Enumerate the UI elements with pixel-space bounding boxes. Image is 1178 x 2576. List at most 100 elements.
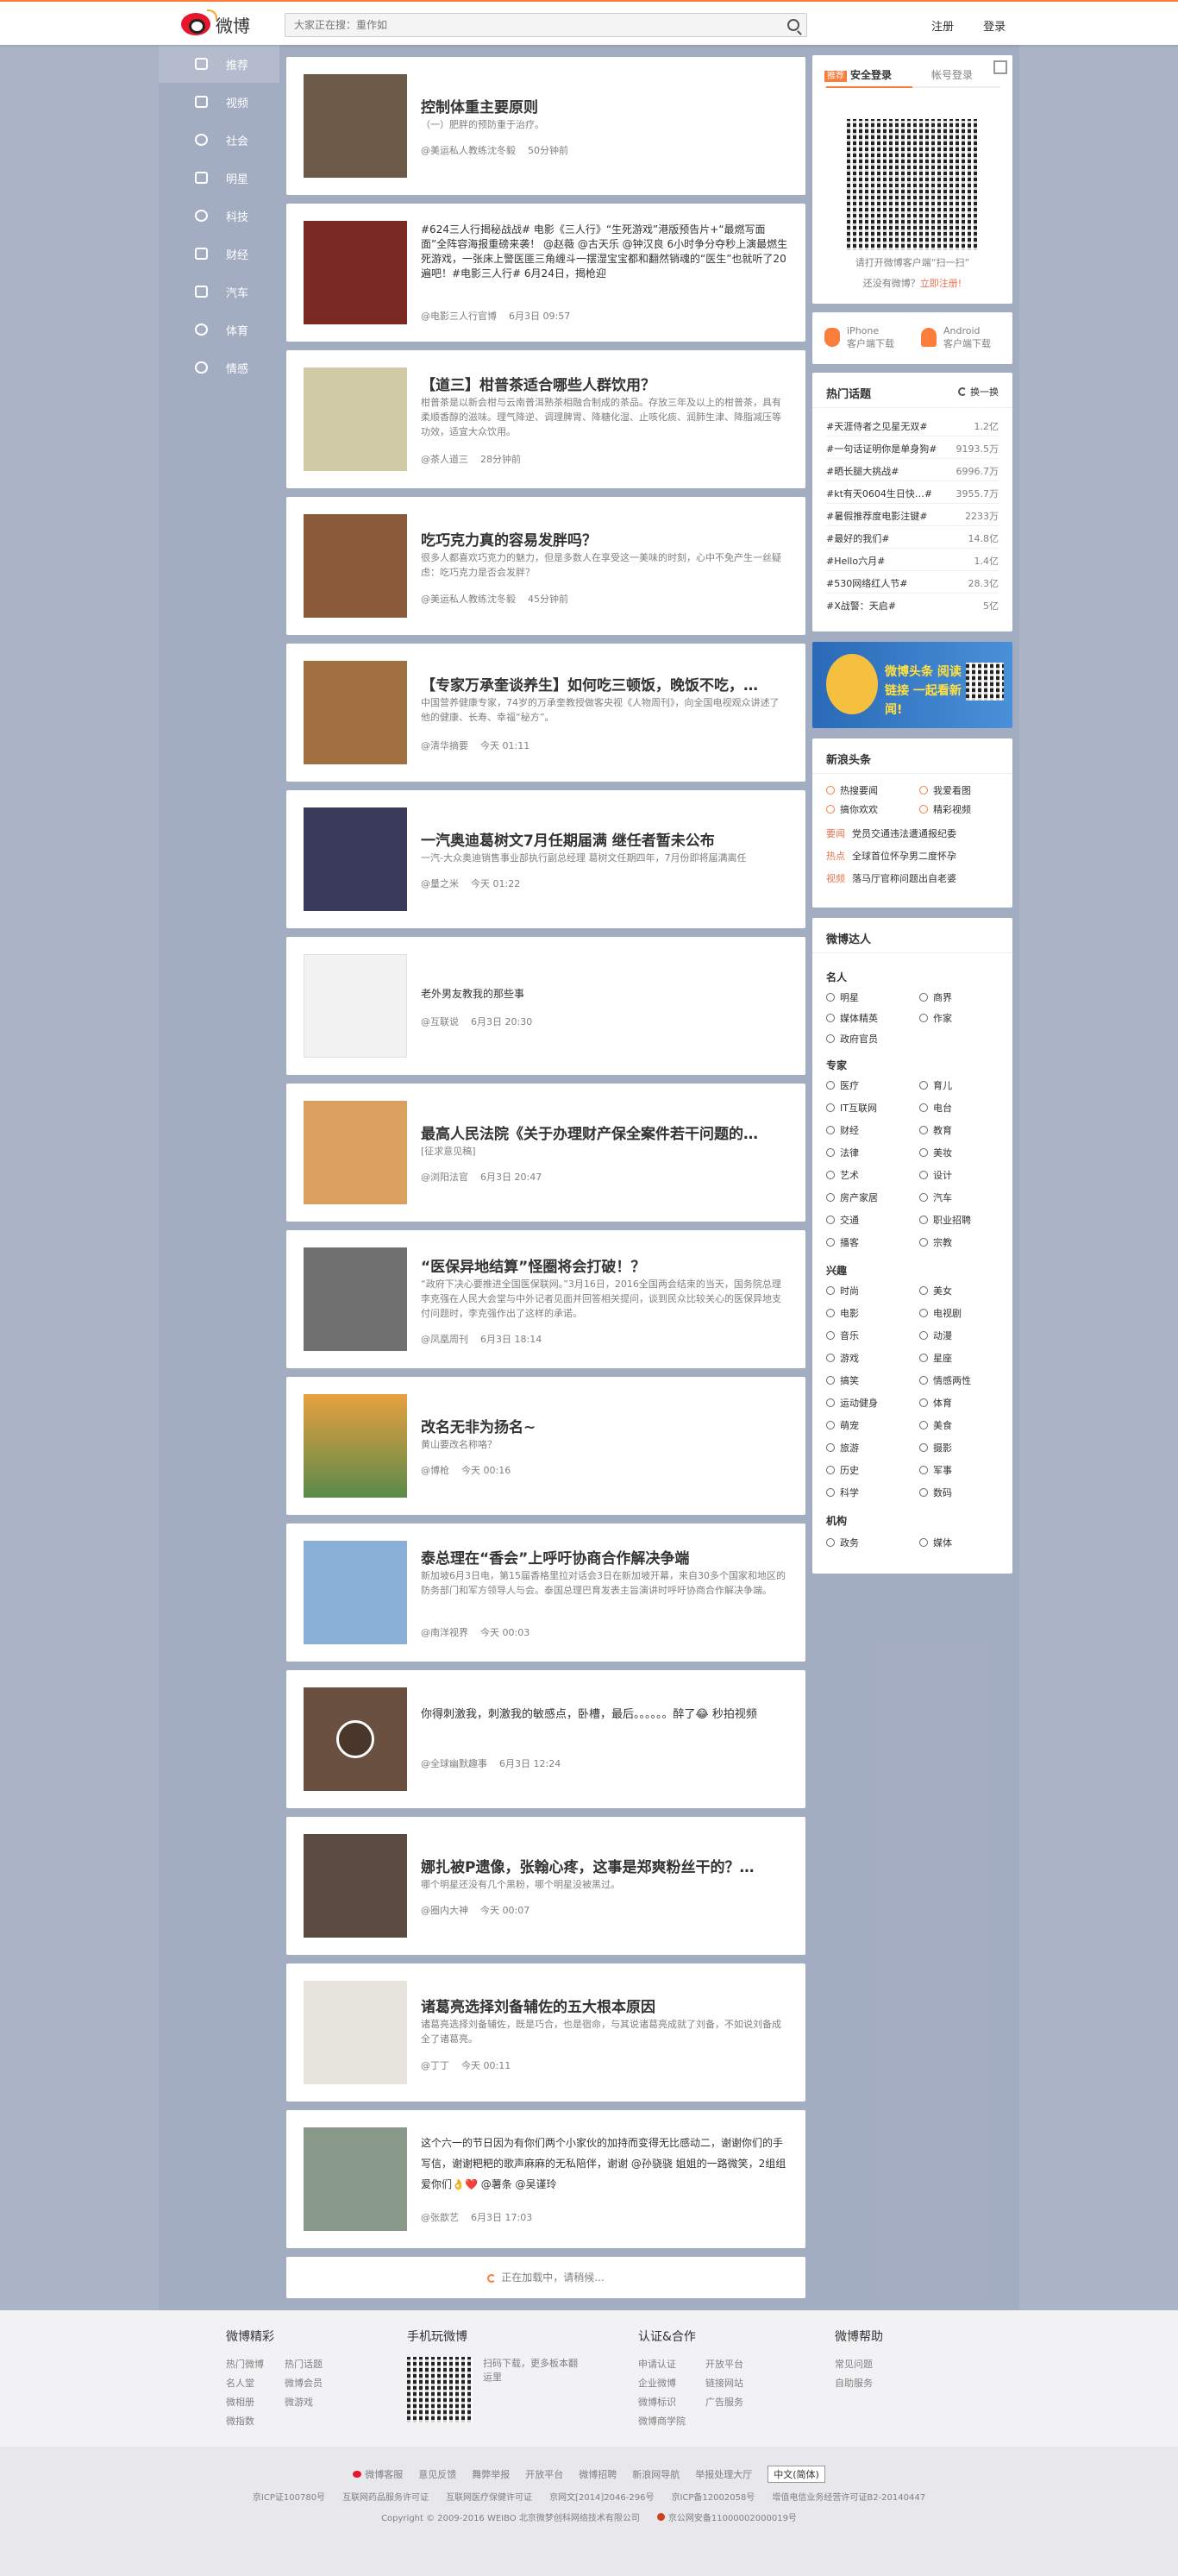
hot-topic-row[interactable]: #晒长腿大挑战# 6996.7万 [826, 461, 999, 481]
hot-topic-row[interactable]: #一句话证明你是单身狗# 9193.5万 [826, 438, 999, 459]
feed-card[interactable]: 泰总理在“香会”上呼吁协商合作解决争端 新加坡6月3日电，第15届香格里拉对话会… [286, 1524, 805, 1662]
footer-bottom-link[interactable]: 舞弊举报 [472, 2467, 510, 2481]
feed-thumbnail[interactable] [304, 807, 407, 911]
talent-item[interactable]: 媒体精英 [826, 1011, 878, 1025]
feed-card[interactable]: “医保异地结算”怪圈将会打破！？ “政府下决心要推进全国医保联网。”3月16日，… [286, 1230, 805, 1368]
talent-item[interactable]: 播客 [826, 1235, 859, 1249]
headline-link[interactable]: 精彩视频 [919, 802, 971, 816]
feed-thumbnail[interactable] [304, 1981, 407, 2084]
qr-corner-icon[interactable] [993, 60, 1007, 74]
headline-link[interactable]: 我爱看图 [919, 783, 971, 797]
feed-thumbnail[interactable] [304, 1247, 407, 1351]
feed-source[interactable]: @美运私人教练沈冬毅 [421, 594, 516, 605]
feed-card[interactable]: 娜扎被P遗像，张翰心疼，这事是郑爽粉丝干的？… 哪个明星还没有几个黑粉，哪个明星… [286, 1817, 805, 1955]
language-select[interactable]: 中文(简体) [768, 2466, 825, 2483]
feed-card[interactable]: 控制体重主要原则 （一）肥胖的预防重于治疗。 @美运私人教练沈冬毅 50分钟前 [286, 57, 805, 195]
search-icon[interactable] [787, 19, 799, 31]
tab-safe-login[interactable]: 推荐 安全登录 [824, 67, 892, 82]
headline-link[interactable]: 热搜要闻 [826, 783, 878, 797]
feed-thumbnail[interactable] [304, 954, 407, 1058]
talent-item[interactable]: 美女 [919, 1284, 952, 1297]
talent-item[interactable]: 音乐 [826, 1329, 859, 1342]
hot-topic-row[interactable]: #暑假推荐度电影注键# 2233万 [826, 506, 999, 526]
feed-title[interactable]: 一汽奥迪葛树文7月任期届满 继任者暂未公布 [421, 828, 788, 850]
talent-item[interactable]: 情感两性 [919, 1373, 971, 1387]
talent-item[interactable]: 星座 [919, 1351, 952, 1365]
feed-thumbnail[interactable] [304, 74, 407, 178]
footer-link[interactable]: 微博会员 [285, 2376, 323, 2390]
talent-item[interactable]: 时尚 [826, 1284, 859, 1297]
tab-account-login[interactable]: 帐号登录 [931, 67, 973, 82]
talent-item[interactable]: 运动健身 [826, 1396, 878, 1410]
footer-bottom-link[interactable]: 新浪网导航 [632, 2467, 680, 2481]
feed-source[interactable]: @量之米 [421, 878, 459, 889]
talent-item[interactable]: 政务 [826, 1536, 859, 1549]
feed-source[interactable]: @清华摘要 [421, 740, 468, 751]
news-item[interactable]: 要闻 党员交通违法遭通报纪委 [826, 826, 956, 840]
hot-topic-row[interactable]: #530网络红人节# 28.3亿 [826, 573, 999, 594]
talent-item[interactable]: 旅游 [826, 1441, 859, 1454]
footer-link[interactable]: 企业微博 [638, 2376, 676, 2390]
talent-item[interactable]: 动漫 [919, 1329, 952, 1342]
talent-item[interactable]: 商界 [919, 990, 952, 1004]
feed-source[interactable]: @圈内大神 [421, 1905, 468, 1916]
feed-source[interactable]: @互联说 [421, 1016, 459, 1027]
headline-link[interactable]: 搞你欢欢 [826, 802, 878, 816]
android-download[interactable]: Android 客户端下载 [921, 324, 991, 350]
feed-title[interactable]: 诸葛亮选择刘备辅佐的五大根本原因 [421, 1995, 788, 2016]
feed-source[interactable]: @凤凰周刊 [421, 1334, 468, 1345]
feed-source[interactable]: @电影三人行官博 [421, 311, 497, 322]
feed-source[interactable]: @南洋视界 [421, 1627, 468, 1638]
talent-item[interactable]: 体育 [919, 1396, 952, 1410]
feed-source[interactable]: @浏阳法官 [421, 1172, 468, 1183]
nav-item-society[interactable]: 社会 [159, 121, 279, 159]
nav-item-video[interactable]: 视频 [159, 83, 279, 121]
footer-link[interactable]: 申请认证 [638, 2357, 676, 2371]
feed-title[interactable]: 泰总理在“香会”上呼吁协商合作解决争端 [421, 1546, 788, 1568]
ad-banner[interactable]: 微博头条 阅读链接 一起看新闻! [812, 642, 1012, 728]
footer-link[interactable]: 自助服务 [835, 2376, 873, 2390]
feed-title[interactable]: 最高人民法院《关于办理财产保全案件若干问题的… [421, 1122, 788, 1143]
feed-source[interactable]: @张歆艺 [421, 2212, 459, 2223]
news-item[interactable]: 热点 全球首位怀孕男二度怀孕 [826, 849, 956, 863]
feed-thumbnail[interactable] [304, 368, 407, 471]
footer-link[interactable]: 常见问题 [835, 2357, 873, 2371]
feed-card[interactable]: 一汽奥迪葛树文7月任期届满 继任者暂未公布 一汽-大众奥迪销售事业部执行副总经理… [286, 790, 805, 928]
talent-item[interactable]: 美妆 [919, 1146, 952, 1159]
talent-item[interactable]: 媒体 [919, 1536, 952, 1549]
talent-item[interactable]: 艺术 [826, 1168, 859, 1182]
footer-link[interactable]: 微游戏 [285, 2395, 313, 2409]
feed-thumbnail[interactable] [304, 1541, 407, 1644]
feed-title[interactable]: 【专家万承奎谈养生】如何吃三顿饭，晚饭不吃，… [421, 673, 788, 694]
feed-thumbnail[interactable] [304, 661, 407, 764]
footer-link[interactable]: 微博商学院 [638, 2414, 686, 2428]
feed-thumbnail[interactable] [304, 1101, 407, 1204]
talent-item[interactable]: 财经 [826, 1123, 859, 1137]
footer-link[interactable]: 名人堂 [226, 2376, 254, 2390]
talent-item[interactable]: 电台 [919, 1101, 952, 1115]
nav-item-emotion[interactable]: 情感 [159, 349, 279, 386]
footer-bottom-link[interactable]: 微博客服 [353, 2467, 403, 2481]
footer-link[interactable]: 微指数 [226, 2414, 254, 2428]
feed-title[interactable]: 改名无非为扬名~ [421, 1415, 788, 1436]
feed-card[interactable]: 【专家万承奎谈养生】如何吃三顿饭，晚饭不吃，… 中国营养健康专家，74岁的万承奎… [286, 644, 805, 782]
hot-topic-row[interactable]: #kt有天0604生日快…# 3955.7万 [826, 483, 999, 504]
footer-link[interactable]: 开放平台 [705, 2357, 743, 2371]
hot-topic-row[interactable]: #天涯侍者之见星无双# 1.2亿 [826, 416, 999, 437]
nav-item-sports[interactable]: 体育 [159, 311, 279, 349]
feed-card[interactable]: 最高人民法院《关于办理财产保全案件若干问题的… [征求意见稿] @浏阳法官 6月3… [286, 1084, 805, 1222]
feed-source[interactable]: @全球幽默趣事 [421, 1758, 487, 1769]
news-item[interactable]: 视频 落马厅官称问题出自老婆 [826, 871, 956, 885]
footer-link[interactable]: 微相册 [226, 2395, 254, 2409]
feed-title[interactable]: “医保异地结算”怪圈将会打破！？ [421, 1254, 788, 1276]
feed-source[interactable]: @美运私人教练沈冬毅 [421, 145, 516, 156]
talent-item[interactable]: 职业招聘 [919, 1213, 971, 1227]
talent-item[interactable]: 电视剧 [919, 1306, 962, 1320]
register-link[interactable]: 注册 [931, 21, 954, 34]
feed-source[interactable]: @丁丁 [421, 2060, 449, 2071]
footer-link[interactable]: 链接网站 [705, 2376, 743, 2390]
talent-item[interactable]: 育儿 [919, 1078, 952, 1092]
feed-title[interactable]: 【道三】柑普茶适合哪些人群饮用？ [421, 373, 788, 394]
talent-item[interactable]: 作家 [919, 1011, 952, 1025]
talent-item[interactable]: 宗教 [919, 1235, 952, 1249]
